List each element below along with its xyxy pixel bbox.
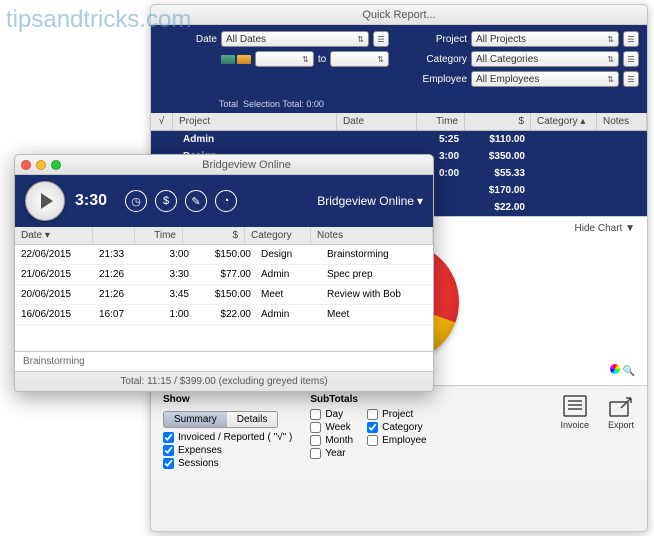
list-icon[interactable]: ☰ bbox=[373, 31, 389, 47]
col-notes[interactable]: Notes bbox=[597, 113, 647, 130]
play-button[interactable] bbox=[25, 181, 65, 221]
seg-details[interactable]: Details bbox=[227, 412, 278, 427]
table-row[interactable]: 20/06/201521:263:45$150.00MeetReview wit… bbox=[15, 285, 433, 305]
employee-label: Employee bbox=[409, 74, 467, 85]
col-check[interactable]: √ bbox=[151, 113, 173, 130]
project-label: Project bbox=[409, 34, 467, 45]
seg-summary[interactable]: Summary bbox=[164, 412, 227, 427]
chk-month[interactable]: Month bbox=[310, 435, 353, 446]
show-segment[interactable]: Summary Details bbox=[163, 411, 278, 428]
chk-employee[interactable]: Employee bbox=[367, 435, 426, 446]
chk-invoiced[interactable]: Invoiced / Reported ( "√" ) bbox=[163, 432, 292, 443]
col-amount[interactable]: $ bbox=[183, 227, 245, 244]
chk-day[interactable]: Day bbox=[310, 409, 353, 420]
col-time[interactable]: Time bbox=[417, 113, 465, 130]
timer-display: 3:30 bbox=[75, 192, 107, 210]
invoice-button[interactable]: Invoice bbox=[560, 394, 589, 430]
col-category[interactable]: Category bbox=[245, 227, 311, 244]
watermark: tipsandtricks.com bbox=[6, 6, 191, 34]
chk-year[interactable]: Year bbox=[310, 448, 353, 459]
minimize-icon[interactable] bbox=[36, 160, 46, 170]
zoom-icon[interactable] bbox=[51, 160, 61, 170]
credit-card-icon bbox=[221, 55, 251, 64]
table-row[interactable]: 21/06/201521:263:30$77.00AdminSpec prep bbox=[15, 265, 433, 285]
chk-expenses[interactable]: Expenses bbox=[163, 445, 292, 456]
invoice-icon bbox=[561, 394, 589, 418]
session-columns[interactable]: Date ▾ Time $ Category Notes bbox=[15, 227, 433, 245]
list-icon[interactable]: ☰ bbox=[623, 71, 639, 87]
timer-toolbar: 3:30 ◷ $ ✎ ◔ Bridgeview Online▾ bbox=[15, 175, 433, 227]
date-from[interactable]: ⇅ bbox=[255, 51, 314, 67]
project-menu[interactable]: Bridgeview Online▾ bbox=[317, 194, 423, 208]
to-label: to bbox=[318, 54, 326, 65]
col-date[interactable]: Date ▾ bbox=[15, 227, 93, 244]
employee-select[interactable]: All Employees⇅ bbox=[471, 71, 619, 87]
list-icon[interactable]: ☰ bbox=[623, 31, 639, 47]
window-title: Bridgeview Online bbox=[66, 159, 427, 171]
subtotals-heading: SubTotals bbox=[310, 394, 426, 405]
table-row: Admin5:25$110.00 bbox=[151, 131, 647, 148]
notes-input[interactable]: Brainstorming bbox=[15, 351, 433, 372]
col-amount[interactable]: $ bbox=[465, 113, 531, 130]
sort-desc-icon: ▾ bbox=[45, 230, 50, 241]
chk-sessions[interactable]: Sessions bbox=[163, 458, 292, 469]
list-icon[interactable]: ☰ bbox=[623, 51, 639, 67]
chevron-updown-icon: ⇅ bbox=[357, 35, 364, 44]
project-select[interactable]: All Projects⇅ bbox=[471, 31, 619, 47]
col-project[interactable]: Project bbox=[173, 113, 337, 130]
col-date[interactable]: Date bbox=[337, 113, 417, 130]
totals-footer: Total: 11:15 / $399.00 (excluding greyed… bbox=[15, 372, 433, 391]
export-icon bbox=[607, 394, 635, 418]
chk-project[interactable]: Project bbox=[367, 409, 426, 420]
chevron-down-icon: ▾ bbox=[417, 194, 423, 208]
sort-asc-icon: ▴ bbox=[580, 116, 585, 127]
magnify-icon[interactable]: 🔍 bbox=[623, 366, 635, 377]
date-to[interactable]: ⇅ bbox=[330, 51, 389, 67]
filter-bar: Date All Dates⇅ ☰ ⇅ to ⇅ Project All Pro… bbox=[151, 25, 647, 97]
col-time[interactable]: Time bbox=[135, 227, 183, 244]
clock-icon[interactable]: ◷ bbox=[125, 190, 147, 212]
chk-week[interactable]: Week bbox=[310, 422, 353, 433]
window-title: Quick Report... bbox=[151, 5, 647, 25]
date-label: Date bbox=[159, 34, 217, 45]
export-button[interactable]: Export bbox=[607, 394, 635, 430]
edit-icon[interactable]: ✎ bbox=[185, 190, 207, 212]
session-rows: 22/06/201521:333:00$150.00DesignBrainsto… bbox=[15, 245, 433, 351]
chk-category[interactable]: Category bbox=[367, 422, 426, 433]
options-panel: Show Summary Details Invoiced / Reported… bbox=[151, 386, 647, 479]
dollar-icon[interactable]: $ bbox=[155, 190, 177, 212]
play-icon bbox=[41, 193, 53, 209]
show-heading: Show bbox=[163, 394, 292, 405]
report-columns[interactable]: √ Project Date Time $ Category ▴ Notes bbox=[151, 113, 647, 131]
col-notes[interactable]: Notes bbox=[311, 227, 433, 244]
category-select[interactable]: All Categories⇅ bbox=[471, 51, 619, 67]
col-category[interactable]: Category ▴ bbox=[531, 113, 597, 130]
window-titlebar[interactable]: Bridgeview Online bbox=[15, 155, 433, 175]
timer-icon[interactable]: ◔ bbox=[215, 190, 237, 212]
table-row[interactable]: 16/06/201516:071:00$22.00AdminMeet bbox=[15, 305, 433, 325]
table-row[interactable]: 22/06/201521:333:00$150.00DesignBrainsto… bbox=[15, 245, 433, 265]
bridgeview-window: Bridgeview Online 3:30 ◷ $ ✎ ◔ Bridgevie… bbox=[14, 154, 434, 392]
close-icon[interactable] bbox=[21, 160, 31, 170]
selection-total: Total Selection Total: 0:00 bbox=[151, 97, 647, 113]
category-label: Category bbox=[409, 54, 467, 65]
color-wheel-icon[interactable] bbox=[610, 364, 620, 374]
date-select[interactable]: All Dates⇅ bbox=[221, 31, 369, 47]
traffic-lights[interactable] bbox=[21, 160, 61, 170]
